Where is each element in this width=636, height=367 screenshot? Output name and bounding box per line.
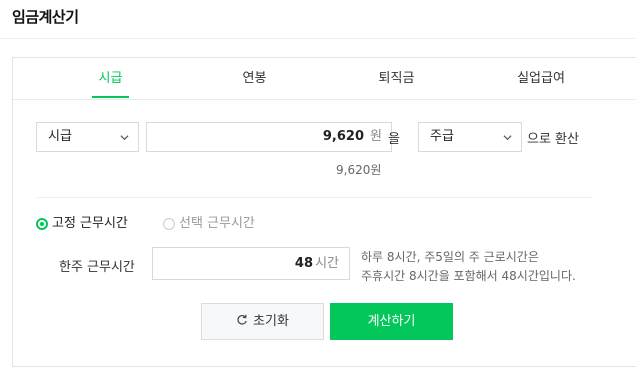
chevron-down-icon	[120, 135, 129, 141]
tab-hourly[interactable]: 시급	[77, 58, 144, 99]
calculator-card: 시급 연봉 퇴직금 실업급여 시급 9,620 원 을 주급 으로 환산 9,6…	[12, 57, 636, 367]
target-unit-value: 주급	[430, 129, 454, 144]
calculate-button-label: 계산하기	[367, 314, 416, 329]
tab-bar: 시급 연봉 퇴직금 실업급여	[13, 58, 636, 100]
weekly-hours-input[interactable]: 48 시간	[152, 247, 350, 280]
active-tab-indicator	[92, 96, 129, 98]
amount-display: 9,620원	[336, 163, 382, 177]
tab-severance[interactable]: 퇴직금	[363, 58, 430, 99]
page-title: 임금계산기	[12, 8, 79, 26]
tab-unemployment[interactable]: 실업급여	[501, 58, 581, 99]
source-unit-select[interactable]: 시급	[36, 122, 139, 152]
calculate-button[interactable]: 계산하기	[330, 303, 453, 340]
radio-selected-icon	[36, 218, 48, 230]
reset-button-label: 초기화	[253, 314, 289, 329]
radio-flexible-label: 선택 근무시간	[179, 216, 255, 231]
particle-text: 을	[388, 132, 400, 147]
refresh-icon	[237, 314, 247, 325]
convert-suffix: 으로 환산	[527, 132, 579, 147]
weekly-hours-value: 48	[294, 256, 313, 271]
target-unit-select[interactable]: 주급	[418, 122, 522, 152]
amount-input[interactable]: 9,620 원	[146, 122, 392, 152]
section-divider	[37, 197, 592, 198]
source-unit-value: 시급	[48, 129, 72, 144]
hint-line-2: 주휴시간 8시간을 포함해서 48시간입니다.	[361, 269, 576, 283]
radio-unselected-icon	[163, 218, 175, 230]
hint-line-1: 하루 8시간, 주5일의 주 근로시간은	[361, 250, 539, 264]
radio-fixed-label: 고정 근무시간	[52, 216, 128, 231]
weekly-hours-unit: 시간	[315, 256, 339, 271]
reset-button[interactable]: 초기화	[201, 303, 324, 340]
amount-unit: 원	[370, 129, 382, 144]
weekly-hours-label: 한주 근무시간	[59, 260, 135, 275]
header-divider	[0, 38, 636, 39]
amount-value: 9,620	[322, 129, 364, 144]
chevron-down-icon	[503, 135, 512, 141]
tab-annual[interactable]: 연봉	[221, 58, 288, 99]
